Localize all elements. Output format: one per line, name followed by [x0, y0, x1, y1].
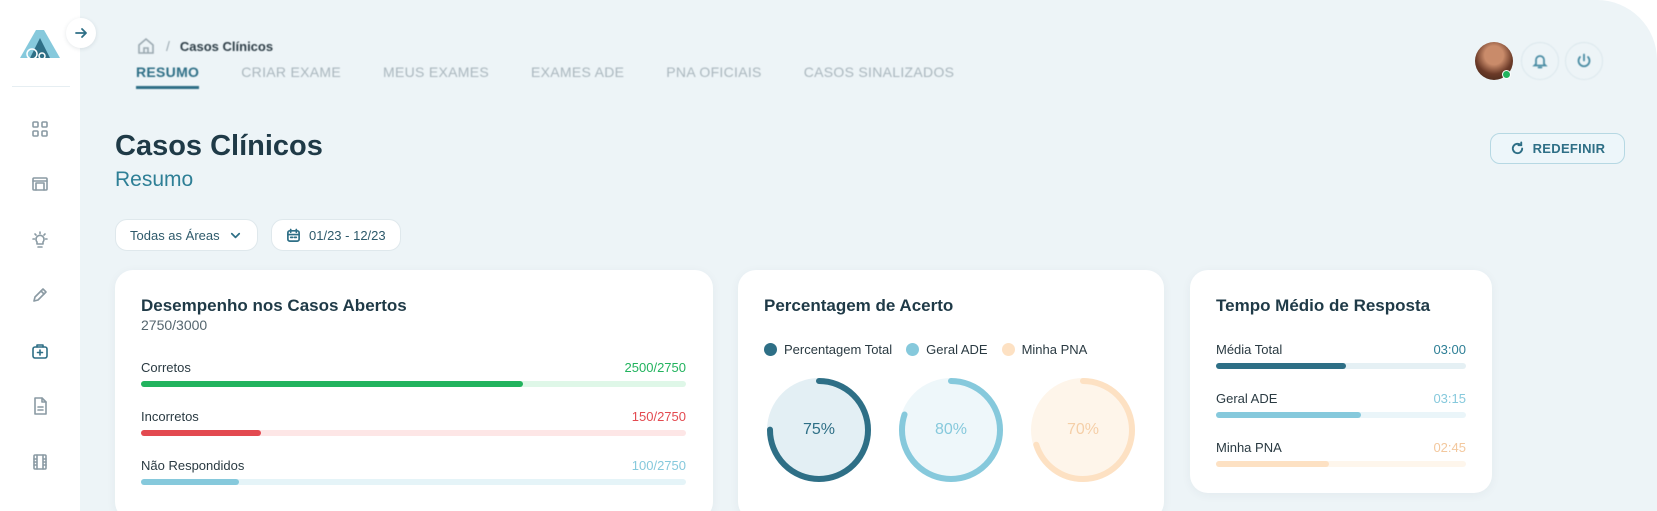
- sidebar: [0, 0, 80, 511]
- time-row-geral-ade: Geral ADE 03:15: [1216, 391, 1466, 418]
- tab-bar: RESUMO CRIAR EXAME MEUS EXAMES EXAMES AD…: [136, 64, 996, 89]
- time-value: 02:45: [1433, 440, 1466, 455]
- donut-value: 80%: [934, 421, 968, 438]
- time-label: Média Total: [1216, 342, 1283, 357]
- legend-item: Minha PNA: [1001, 342, 1088, 357]
- breadcrumb-separator: /: [166, 38, 170, 54]
- medical-kit-icon[interactable]: [28, 339, 52, 363]
- notifications-button[interactable]: [1521, 42, 1559, 80]
- tab-resumo[interactable]: RESUMO: [136, 64, 200, 89]
- time-value: 03:15: [1433, 391, 1466, 406]
- page-title: Casos Clínicos: [115, 130, 323, 162]
- performance-card: Desempenho nos Casos Abertos 2750/3000 C…: [115, 270, 713, 511]
- calendar-icon: [287, 228, 300, 242]
- donut-geral-ade: 80%: [896, 375, 1006, 485]
- donut-value: 75%: [802, 421, 836, 438]
- home-icon[interactable]: [136, 36, 156, 56]
- pencil-icon[interactable]: [28, 283, 52, 307]
- legend-dot: [906, 343, 920, 356]
- refresh-icon: [1511, 141, 1523, 155]
- performance-title: Desempenho nos Casos Abertos: [141, 296, 407, 315]
- time-row-minha-pna: Minha PNA 02:45: [1216, 440, 1466, 467]
- bar-value: 100/2750: [631, 458, 686, 473]
- app-logo[interactable]: [16, 26, 64, 62]
- tab-criar-exame[interactable]: CRIAR EXAME: [241, 64, 341, 89]
- online-status-dot: [1502, 70, 1511, 79]
- bar-value: 2500/2750: [624, 360, 686, 375]
- bar-value: 150/2750: [631, 409, 686, 424]
- bar-label: Corretos: [141, 360, 191, 375]
- chevron-down-icon: [230, 232, 240, 238]
- tab-meus-exames[interactable]: MEUS EXAMES: [383, 64, 489, 89]
- bar-label: Incorretos: [141, 409, 199, 424]
- sidebar-divider: [12, 86, 70, 87]
- arrow-right-icon: [75, 28, 87, 38]
- legend-dot: [764, 343, 777, 356]
- donut-percentagem-total: 75%: [764, 375, 874, 485]
- response-time-title: Tempo Médio de Resposta: [1216, 296, 1431, 315]
- bar-row-nao-respondidos: Não Respondidos 100/2750: [141, 458, 686, 485]
- donut-value: 70%: [1066, 421, 1100, 438]
- accuracy-legend: Percentagem Total Geral ADE Minha PNA: [764, 342, 1087, 357]
- bar-track: [141, 479, 686, 485]
- film-icon[interactable]: [28, 450, 52, 474]
- date-range-filter[interactable]: 01/23 - 12/23: [271, 219, 401, 251]
- breadcrumb-current: Casos Clínicos: [179, 38, 274, 54]
- bar-fill: [141, 430, 261, 436]
- reset-button[interactable]: REDEFINIR: [1490, 133, 1625, 164]
- bar-row-corretos: Corretos 2500/2750: [141, 360, 686, 387]
- dashboard-icon[interactable]: [28, 117, 52, 141]
- reset-label: REDEFINIR: [1532, 141, 1606, 156]
- legend-label: Percentagem Total: [784, 342, 893, 357]
- time-track: [1216, 412, 1466, 418]
- bar-row-incorretos: Incorretos 150/2750: [141, 409, 686, 436]
- accuracy-title: Percentagem de Acerto: [764, 296, 954, 315]
- lightbulb-icon[interactable]: [28, 228, 52, 252]
- bar-track: [141, 381, 686, 387]
- accuracy-card: Percentagem de Acerto Percentagem Total …: [738, 270, 1164, 511]
- time-track: [1216, 461, 1466, 467]
- time-label: Minha PNA: [1216, 440, 1282, 455]
- legend-item: Geral ADE: [906, 342, 988, 357]
- time-row-media-total: Média Total 03:00: [1216, 342, 1466, 369]
- tab-exames-ade[interactable]: EXAMES ADE: [531, 64, 624, 89]
- tab-pna-oficiais[interactable]: PNA OFICIAIS: [666, 64, 761, 89]
- legend-dot: [1001, 343, 1015, 356]
- document-icon[interactable]: [28, 394, 52, 418]
- performance-summary: 2750/3000: [141, 317, 208, 333]
- time-fill: [1216, 412, 1361, 418]
- legend-label: Minha PNA: [1021, 342, 1088, 357]
- power-icon: [1577, 53, 1591, 68]
- time-fill: [1216, 461, 1329, 467]
- bar-fill: [141, 381, 523, 387]
- time-value: 03:00: [1433, 342, 1466, 357]
- expand-sidebar-button[interactable]: [66, 18, 96, 48]
- logout-button[interactable]: [1565, 42, 1603, 80]
- time-track: [1216, 363, 1466, 369]
- area-filter-value: Todas as Áreas: [130, 227, 220, 243]
- page-subtitle: Resumo: [115, 168, 194, 191]
- time-label: Geral ADE: [1216, 391, 1278, 406]
- bell-icon: [1532, 55, 1548, 69]
- date-range-value: 01/23 - 12/23: [309, 227, 386, 243]
- bar-fill: [141, 479, 240, 485]
- bar-label: Não Respondidos: [141, 458, 245, 473]
- donut-minha-pna: 70%: [1028, 375, 1138, 485]
- legend-item: Percentagem Total: [764, 342, 892, 357]
- legend-label: Geral ADE: [926, 342, 988, 357]
- time-fill: [1216, 363, 1346, 369]
- response-time-card: Tempo Médio de Resposta Média Total 03:0…: [1190, 270, 1492, 493]
- tab-casos-sinalizados[interactable]: CASOS SINALIZADOS: [804, 64, 955, 89]
- breadcrumb: / Casos Clínicos: [136, 36, 273, 56]
- bar-track: [141, 430, 686, 436]
- area-filter-dropdown[interactable]: Todas as Áreas: [115, 219, 258, 251]
- library-icon[interactable]: [28, 172, 52, 196]
